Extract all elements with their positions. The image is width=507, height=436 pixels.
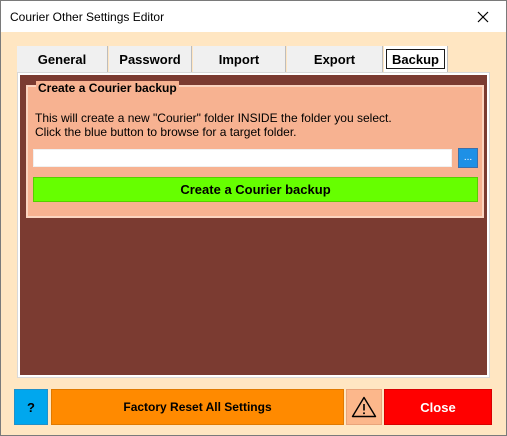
tab-export[interactable]: Export xyxy=(287,46,383,72)
warning-icon xyxy=(351,396,377,418)
tab-strip: General Password Import Export Backup xyxy=(17,46,490,72)
close-button[interactable]: Close xyxy=(384,389,492,425)
create-backup-button[interactable]: Create a Courier backup xyxy=(33,177,478,202)
help-button[interactable]: ? xyxy=(14,389,48,425)
backup-description: This will create a new "Courier" folder … xyxy=(35,111,392,139)
tab-label: Export xyxy=(313,51,356,67)
backup-panel-background: Create a Courier backup This will create… xyxy=(20,75,487,375)
group-title: Create a Courier backup xyxy=(36,81,179,95)
target-folder-input[interactable] xyxy=(33,149,452,167)
create-backup-group: Create a Courier backup This will create… xyxy=(26,81,484,218)
description-line-2: Click the blue button to browse for a ta… xyxy=(35,125,297,139)
title-bar: Courier Other Settings Editor xyxy=(1,1,506,32)
warning-button[interactable] xyxy=(346,389,382,425)
footer-bar: ? Factory Reset All Settings Close xyxy=(1,389,506,427)
tab-password[interactable]: Password xyxy=(109,46,192,72)
tab-general[interactable]: General xyxy=(17,46,108,72)
tab-backup[interactable]: Backup xyxy=(384,46,448,72)
close-icon xyxy=(477,11,489,22)
settings-window: Courier Other Settings Editor General Pa… xyxy=(0,0,507,436)
window-close-button[interactable] xyxy=(460,1,506,32)
tab-label: General xyxy=(37,51,87,67)
description-line-1: This will create a new "Courier" folder … xyxy=(35,111,392,125)
tab-label: Backup xyxy=(386,49,445,69)
tab-label: Import xyxy=(218,51,260,67)
backup-tab-panel: Create a Courier backup This will create… xyxy=(17,72,490,378)
window-title: Courier Other Settings Editor xyxy=(10,10,165,24)
browse-folder-button[interactable]: ... xyxy=(458,148,478,168)
tab-label: Password xyxy=(119,51,181,67)
factory-reset-button[interactable]: Factory Reset All Settings xyxy=(51,389,344,425)
tab-import[interactable]: Import xyxy=(193,46,286,72)
